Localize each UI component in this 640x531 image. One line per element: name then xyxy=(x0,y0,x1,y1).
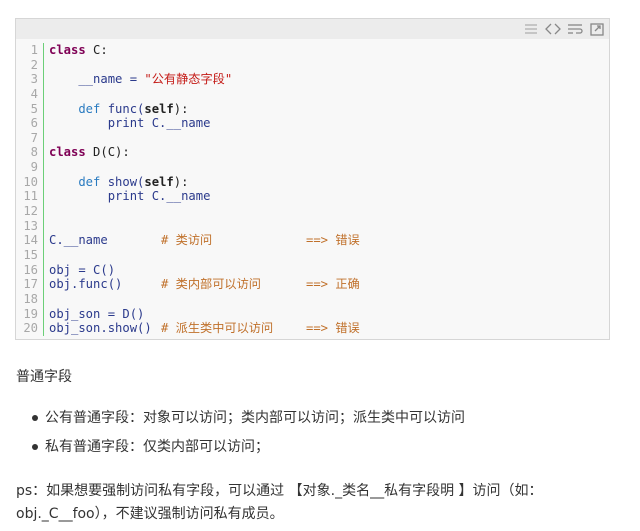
code-token: func( xyxy=(107,101,145,116)
code-line: 15 xyxy=(16,247,609,263)
lines-icon[interactable] xyxy=(523,22,539,36)
line-number: 9 xyxy=(16,160,44,175)
code-line: 20 obj_son.show() # 派生类中可以访问 ==> 错误 xyxy=(16,321,609,336)
code-comment: # 类访问 xyxy=(161,233,213,248)
line-number: 3 xyxy=(16,72,44,87)
line-number: 16 xyxy=(16,262,44,278)
ps-note: ps：如果想要强制访问私有字段，可以通过 【对象._类名__私有字段明 】访问（… xyxy=(16,483,543,522)
code-line: 16 obj = C() xyxy=(16,262,609,278)
code-line: 3 __name = "公有静态字段" xyxy=(16,72,609,87)
line-number: 15 xyxy=(16,247,44,263)
code-token: obj_son = D() xyxy=(49,306,145,321)
code-line: 10 def show(self): xyxy=(16,174,609,190)
code-lines: 1 class C: 2 3 __name = "公有静态字段" 4 5 def func… xyxy=(16,43,609,336)
code-line: 19 obj_son = D() xyxy=(16,306,609,322)
code-line: 5 def func(self): xyxy=(16,101,609,117)
list-item: 公有普通字段：对象可以访问；类内部可以访问；派生类中可以访问 xyxy=(16,408,465,437)
code-line: 1 class C: xyxy=(16,43,609,58)
code-token: obj.func() xyxy=(49,277,123,292)
code-comment-result: ==> 错误 xyxy=(306,321,360,336)
code-token: class xyxy=(49,145,86,160)
code-toolbar xyxy=(16,19,609,39)
line-number: 17 xyxy=(16,277,44,292)
code-line: 9 xyxy=(16,160,609,175)
code-line: 12 xyxy=(16,204,609,219)
code-line: 13 xyxy=(16,218,609,234)
line-number: 4 xyxy=(16,86,44,102)
code-token: C.__name xyxy=(49,233,108,248)
code-token: C: xyxy=(85,43,108,57)
bullet-dot-icon xyxy=(32,444,38,450)
code-token: obj = C() xyxy=(49,262,116,277)
code-line: 17 obj.func() # 类内部可以访问 ==> 正确 xyxy=(16,277,609,292)
code-token: D(C): xyxy=(85,145,130,160)
code-token: self xyxy=(144,101,174,116)
code-line: 6 print C.__name xyxy=(16,116,609,131)
line-number: 5 xyxy=(16,101,44,117)
code-icon[interactable] xyxy=(545,22,561,36)
line-number: 7 xyxy=(16,130,44,146)
code-line: 2 xyxy=(16,57,609,73)
code-comment: # 类内部可以访问 xyxy=(161,277,261,292)
line-number: 10 xyxy=(16,174,44,190)
code-line: 8 class D(C): xyxy=(16,145,609,161)
code-comment-result: ==> 错误 xyxy=(306,233,360,248)
code-line: 11 print C.__name xyxy=(16,189,609,205)
popout-icon[interactable] xyxy=(589,22,605,36)
code-line: 14 C.__name # 类访问 ==> 错误 xyxy=(16,233,609,248)
code-block: 1 class C: 2 3 __name = "公有静态字段" 4 5 def func… xyxy=(15,18,610,340)
wrap-icon[interactable] xyxy=(567,22,583,36)
line-number: 6 xyxy=(16,116,44,131)
code-comment-result: ==> 正确 xyxy=(306,277,360,292)
line-number: 14 xyxy=(16,233,44,248)
code-token: __name = xyxy=(49,72,145,87)
code-token: def xyxy=(49,174,108,189)
bullet-list: 公有普通字段：对象可以访问；类内部可以访问；派生类中可以访问 私有普通字段：仅类… xyxy=(16,408,465,466)
code-token: show( xyxy=(107,174,145,189)
code-token: ): xyxy=(173,174,189,189)
code-token: class xyxy=(49,43,86,57)
line-number: 11 xyxy=(16,189,44,205)
line-number: 2 xyxy=(16,57,44,73)
code-line: 18 xyxy=(16,291,609,307)
code-line: 4 xyxy=(16,86,609,102)
code-comment: # 派生类中可以访问 xyxy=(161,321,274,336)
code-token: "公有静态字段" xyxy=(144,72,233,87)
line-number: 13 xyxy=(16,218,44,234)
code-token: ): xyxy=(173,101,189,116)
code-token: obj_son.show() xyxy=(49,321,152,336)
line-number: 20 xyxy=(16,321,44,336)
line-number: 19 xyxy=(16,306,44,322)
code-line: 7 xyxy=(16,130,609,146)
list-item: 私有普通字段：仅类内部可以访问； xyxy=(16,437,465,466)
line-number: 1 xyxy=(16,43,44,58)
section-title: 普通字段 xyxy=(16,369,72,385)
code-token: print C.__name xyxy=(49,116,211,131)
line-number: 8 xyxy=(16,145,44,161)
line-number: 12 xyxy=(16,204,44,219)
bullet-dot-icon xyxy=(32,415,38,421)
code-token: self xyxy=(144,174,174,189)
code-token: def xyxy=(49,101,108,116)
code-token: print C.__name xyxy=(49,189,211,204)
line-number: 18 xyxy=(16,291,44,307)
